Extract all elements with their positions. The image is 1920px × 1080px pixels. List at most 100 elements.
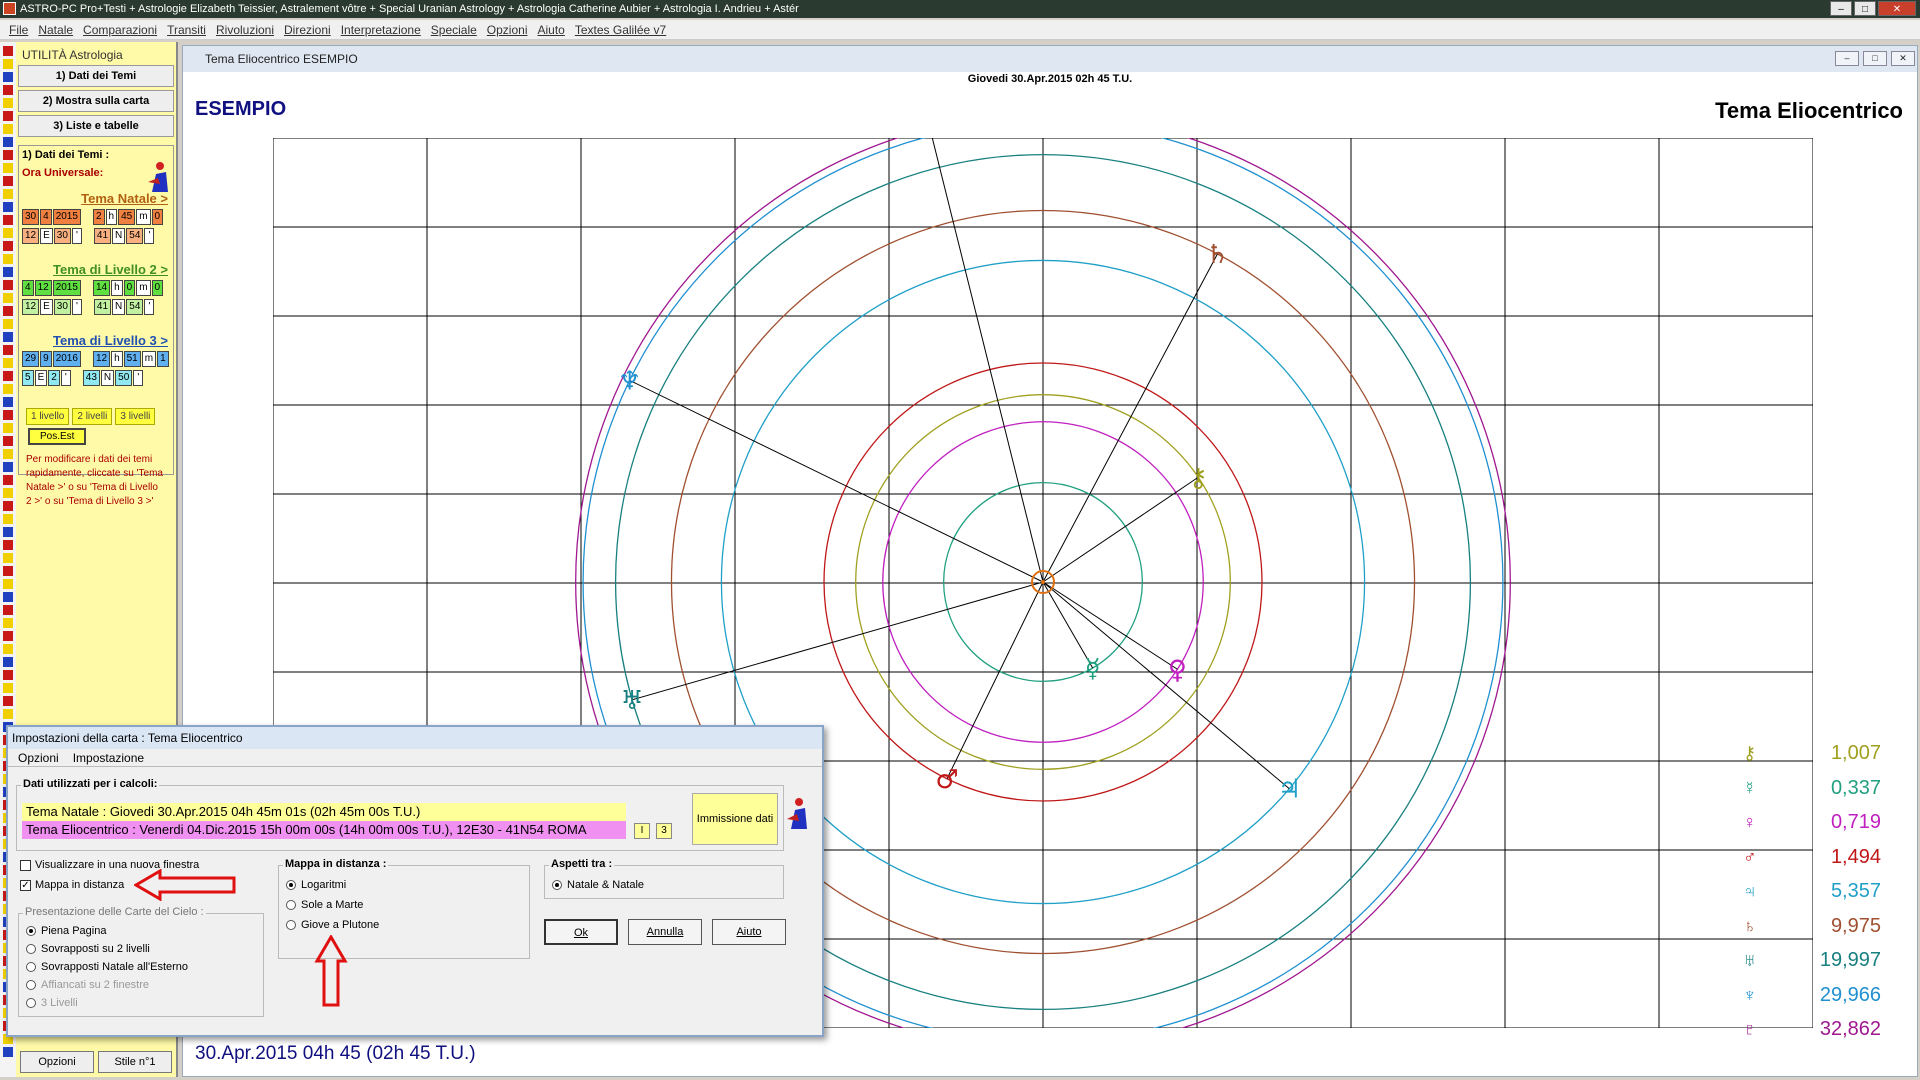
level-1-button[interactable]: I: [634, 823, 650, 839]
mappa-label: Mappa in distanza :: [283, 858, 389, 870]
planet-ray: [1042, 253, 1218, 583]
menu-speciale[interactable]: Speciale: [426, 20, 482, 39]
menu-comparazioni[interactable]: Comparazioni: [78, 20, 162, 39]
color-block: [3, 98, 13, 108]
dati-label: Dati utilizzati per i calcoli:: [21, 778, 160, 790]
logaritmi-radio[interactable]: Logaritmi: [286, 879, 346, 891]
planet-glyph: ♂: [935, 765, 958, 795]
sovrapposti-esterno-radio[interactable]: Sovrapposti Natale all'Esterno: [26, 961, 188, 973]
giove-plutone-radio[interactable]: Giove a Plutone: [286, 919, 379, 931]
sole-marte-radio[interactable]: Sole a Marte: [286, 899, 363, 911]
legend-glyph: ☿: [1743, 777, 1757, 798]
left-panel-title: UTILITÀ Astrologia: [22, 48, 123, 62]
pos-est-button[interactable]: Pos.Est: [28, 428, 87, 445]
planet-glyph: ⚷: [1189, 463, 1208, 493]
sovrapposti-2-radio[interactable]: Sovrapposti su 2 livelli: [26, 943, 150, 955]
color-block: [3, 566, 13, 576]
level2-datetime-row[interactable]: 4 12 2015 14 h 0 m 0: [22, 280, 170, 296]
2-livelli-button[interactable]: 2 livelli: [72, 408, 113, 425]
level3-location-row[interactable]: 5 E 2 ' 43 N 50 ': [22, 370, 170, 386]
minimize-button[interactable]: –: [1830, 1, 1852, 16]
chart-close-button[interactable]: ✕: [1891, 51, 1915, 66]
liste-tabelle-button[interactable]: 3) Liste e tabelle: [18, 115, 174, 137]
3-livelli-radio: 3 Livelli: [26, 997, 78, 1009]
color-block: [3, 683, 13, 693]
natal-location-row[interactable]: 12 E 30 ' 41 N 54 ': [22, 228, 170, 244]
tema-livello-3-link[interactable]: Tema di Livello 3 >: [22, 333, 170, 348]
color-block: [3, 215, 13, 225]
color-block: [3, 540, 13, 550]
color-block: [3, 306, 13, 316]
aiuto-button[interactable]: Aiuto: [712, 919, 786, 945]
color-block: [3, 267, 13, 277]
planet-glyph: ♃: [1278, 775, 1301, 805]
app-titlebar: ASTRO-PC Pro+Testi + Astrologie Elizabet…: [0, 0, 1920, 18]
chart-restore-button[interactable]: □: [1863, 51, 1887, 66]
planet-ray: [1042, 476, 1199, 583]
menu-file[interactable]: File: [4, 20, 33, 39]
tema-livello-2-link[interactable]: Tema di Livello 2 >: [22, 262, 170, 277]
menu-rivoluzioni[interactable]: Rivoluzioni: [211, 20, 279, 39]
menu-direzioni[interactable]: Direzioni: [279, 20, 336, 39]
dati-temi-button[interactable]: 1) Dati dei Temi: [18, 65, 174, 87]
close-button[interactable]: ✕: [1878, 1, 1916, 16]
legend-glyph: ♄: [1743, 915, 1757, 936]
annulla-button[interactable]: Annulla: [628, 919, 702, 945]
piena-pagina-radio[interactable]: Piena Pagina: [26, 925, 106, 937]
astrologer-icon: [787, 798, 807, 829]
level2-location-row[interactable]: 12 E 30 ' 41 N 54 ': [22, 299, 170, 315]
menu-opzioni[interactable]: Opzioni: [482, 20, 533, 39]
1-livello-button[interactable]: 1 livello: [26, 408, 70, 425]
color-block: [3, 423, 13, 433]
legend-row: ♀ 0,719: [1743, 809, 1913, 844]
sun-center: [1041, 580, 1045, 584]
legend-glyph: ♅: [1743, 950, 1757, 970]
legend-value: 19,997: [1819, 949, 1881, 971]
color-block: [3, 241, 13, 251]
color-block: [3, 280, 13, 290]
natal-datetime-row[interactable]: 30 4 2015 2 h 45 m 0: [22, 209, 170, 225]
legend-glyph: ♃: [1743, 881, 1757, 901]
chart-minimize-button[interactable]: –: [1835, 51, 1859, 66]
mappa-distanza-checkbox[interactable]: ✓ Mappa in distanza: [20, 879, 124, 891]
color-block: [3, 449, 13, 459]
legend-value: 32,862: [1819, 1018, 1881, 1040]
color-block: [3, 111, 13, 121]
color-block: [3, 488, 13, 498]
menu-natale[interactable]: Natale: [33, 20, 78, 39]
level3-datetime-row[interactable]: 29 9 2016 12 h 51 m 1: [22, 351, 170, 367]
maximize-button[interactable]: □: [1854, 1, 1876, 16]
color-block: [3, 319, 13, 329]
settings-dialog: Impostazioni della carta : Tema Eliocent…: [6, 725, 824, 1037]
dati-temi-group: 1) Dati dei Temi : Ora Universale: Tema …: [18, 145, 174, 507]
3-livelli-button[interactable]: 3 livelli: [115, 408, 156, 425]
mostra-carta-button[interactable]: 2) Mostra sulla carta: [18, 90, 174, 112]
astrologer-icon: [148, 162, 168, 192]
dialog-menu-opzioni[interactable]: Opzioni: [18, 749, 59, 766]
ok-button[interactable]: Ok: [544, 919, 618, 945]
planet-ray: [1042, 581, 1290, 790]
color-block: [3, 72, 13, 82]
helio-data-line: Tema Eliocentrico : Venerdi 04.Dic.2015 …: [22, 821, 626, 839]
menu-transiti[interactable]: Transiti: [162, 20, 211, 39]
immissione-dati-button[interactable]: Immissione dati: [692, 793, 778, 845]
color-block: [3, 475, 13, 485]
level-3-button[interactable]: 3: [656, 823, 672, 839]
planet-glyph: ♀: [1168, 655, 1187, 685]
stile-button[interactable]: Stile n°1: [98, 1051, 172, 1073]
dialog-menu-impostazione[interactable]: Impostazione: [73, 749, 144, 766]
menu-interpretazione[interactable]: Interpretazione: [336, 20, 426, 39]
menu-aiuto[interactable]: Aiuto: [532, 20, 569, 39]
color-block: [3, 85, 13, 95]
natale-natale-radio[interactable]: Natale & Natale: [552, 879, 644, 891]
planet-glyph: ☿: [1085, 654, 1101, 684]
opzioni-button[interactable]: Opzioni: [20, 1051, 94, 1073]
legend-row: ♇ 32,862: [1743, 1016, 1913, 1051]
color-block: [3, 501, 13, 511]
distance-legend: ⚷ 1,007 ☿ 0,337 ♀ 0,719 ♂ 1,494 ♃ 5,357 ♄ 9,975 ♅ 19,…: [1743, 740, 1913, 1051]
menu-textes-galilee[interactable]: Textes Galilée v7: [570, 20, 671, 39]
color-block: [3, 176, 13, 186]
bottom-date: 30.Apr.2015 04h 45 (02h 45 T.U.): [195, 1043, 476, 1064]
color-block: [3, 436, 13, 446]
legend-glyph: ⚷: [1743, 743, 1757, 763]
